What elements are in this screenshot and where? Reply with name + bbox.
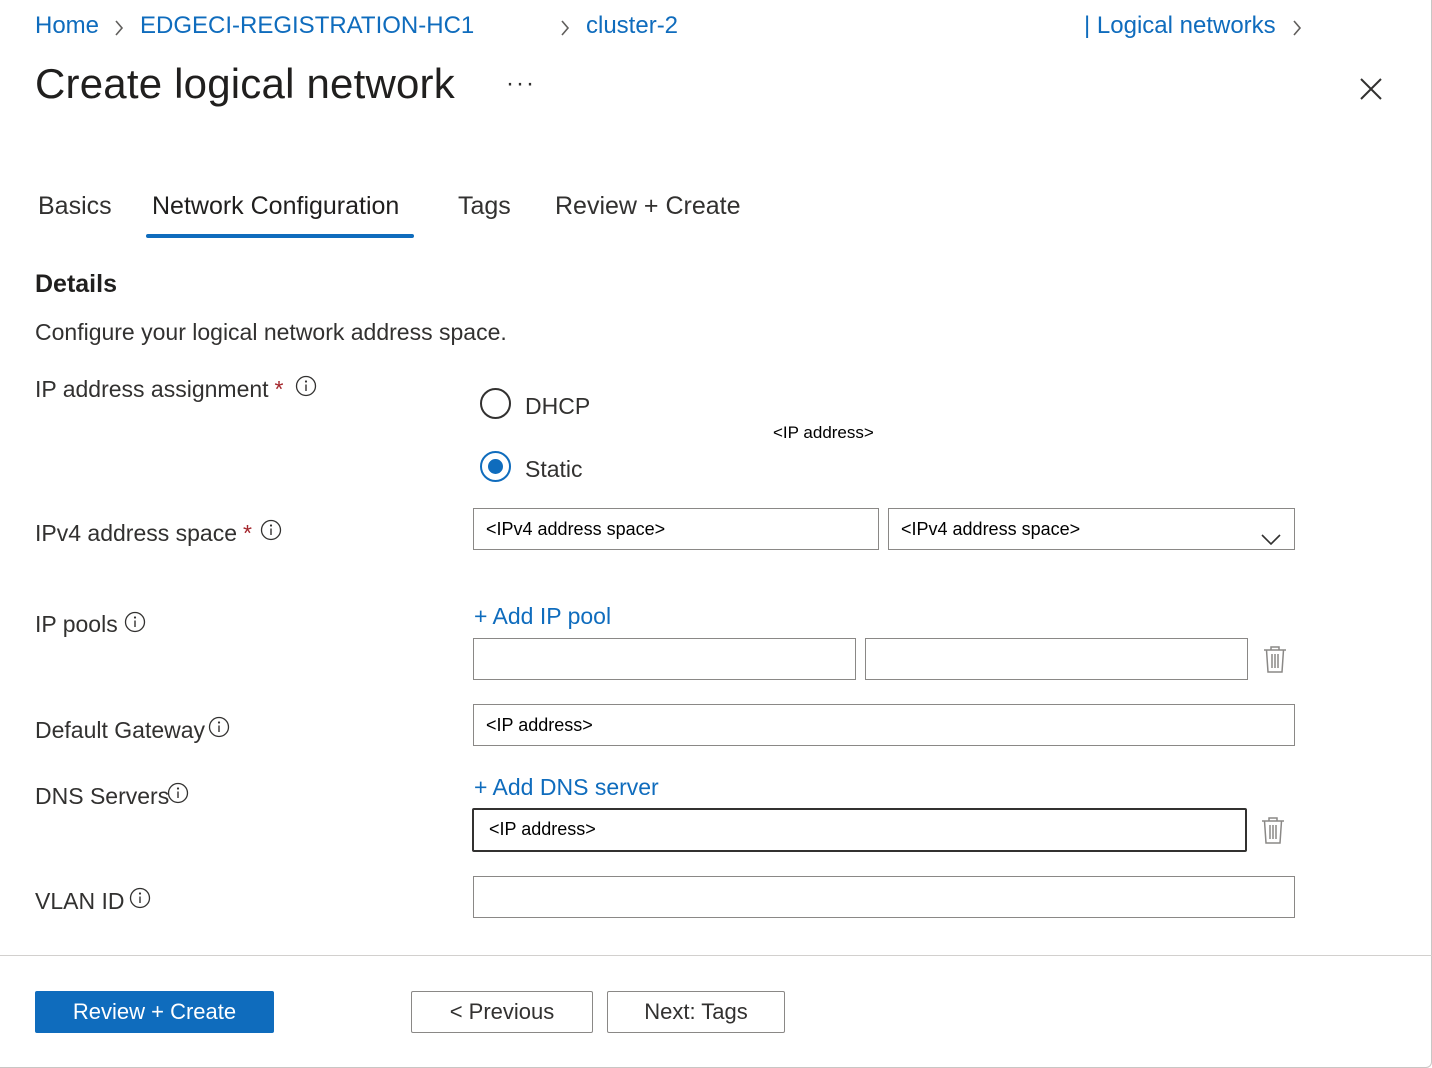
details-description: Configure your logical network address s… <box>35 319 507 345</box>
breadcrumb-home[interactable]: Home <box>35 12 99 40</box>
default-gateway-label: Default Gateway <box>35 717 206 743</box>
breadcrumb-logical-networks[interactable]: | Logical networks <box>1084 12 1276 40</box>
default-gateway-input[interactable]: <IP address> <box>473 704 1295 746</box>
info-icon[interactable] <box>208 716 230 738</box>
add-dns-server-link[interactable]: + Add DNS server <box>474 774 659 801</box>
ipv4-space-label: IPv4 address space * <box>35 520 252 546</box>
vlan-id-input[interactable] <box>473 876 1295 918</box>
breadcrumb-cluster[interactable]: cluster-2 <box>586 12 678 40</box>
close-icon[interactable] <box>1356 74 1386 104</box>
next-tags-button[interactable]: Next: Tags <box>607 991 785 1033</box>
delete-dns-server-trash-icon[interactable] <box>1260 815 1286 845</box>
ip-pool-start-input[interactable] <box>473 638 856 680</box>
required-marker: * <box>243 520 252 546</box>
dns-servers-label: DNS Servers <box>35 783 170 809</box>
ip-address-overlay-text: <IP address> <box>773 423 874 442</box>
ip-pools-label: IP pools <box>35 611 118 637</box>
footer-divider <box>0 955 1432 956</box>
vlan-id-label: VLAN ID <box>35 888 125 914</box>
tab-network-configuration[interactable]: Network Configuration <box>152 192 399 221</box>
review-create-button[interactable]: Review + Create <box>35 991 274 1033</box>
breadcrumb-chevron-icon <box>112 18 126 38</box>
add-ip-pool-link[interactable]: + Add IP pool <box>474 603 611 630</box>
breadcrumb-resource-group[interactable]: EDGECI-REGISTRATION-HC1 <box>140 12 474 40</box>
dns-server-input[interactable]: <IP address> <box>472 808 1247 852</box>
more-options-button[interactable]: ··· <box>506 70 536 98</box>
dhcp-radio-label[interactable]: DHCP <box>525 393 590 420</box>
tab-tags[interactable]: Tags <box>458 192 511 221</box>
info-icon[interactable] <box>129 887 151 909</box>
chevron-down-icon <box>1260 521 1282 546</box>
previous-button[interactable]: < Previous <box>411 991 593 1033</box>
ipv4-select-value: <IPv4 address space> <box>901 519 1081 539</box>
page-title: Create logical network <box>35 60 455 107</box>
info-icon[interactable] <box>260 519 282 541</box>
ipv4-address-space-select[interactable]: <IPv4 address space> <box>888 508 1295 550</box>
ip-pool-end-input[interactable] <box>865 638 1248 680</box>
static-radio-label[interactable]: Static <box>525 456 583 483</box>
info-icon[interactable] <box>295 375 317 397</box>
ipv4-address-space-input[interactable]: <IPv4 address space> <box>473 508 879 550</box>
info-icon[interactable] <box>124 611 146 633</box>
delete-ip-pool-trash-icon[interactable] <box>1262 644 1288 674</box>
details-heading: Details <box>35 270 117 298</box>
tab-basics[interactable]: Basics <box>38 192 112 221</box>
static-radio[interactable] <box>480 451 511 482</box>
tab-review-create[interactable]: Review + Create <box>555 192 741 221</box>
required-marker: * <box>274 376 284 402</box>
info-icon[interactable] <box>167 782 189 804</box>
ip-assignment-label: IP address assignment * <box>35 376 284 402</box>
breadcrumb-chevron-icon <box>1290 18 1304 38</box>
dhcp-radio[interactable] <box>480 388 511 419</box>
breadcrumb-chevron-icon <box>558 18 572 38</box>
active-tab-indicator <box>146 234 414 238</box>
